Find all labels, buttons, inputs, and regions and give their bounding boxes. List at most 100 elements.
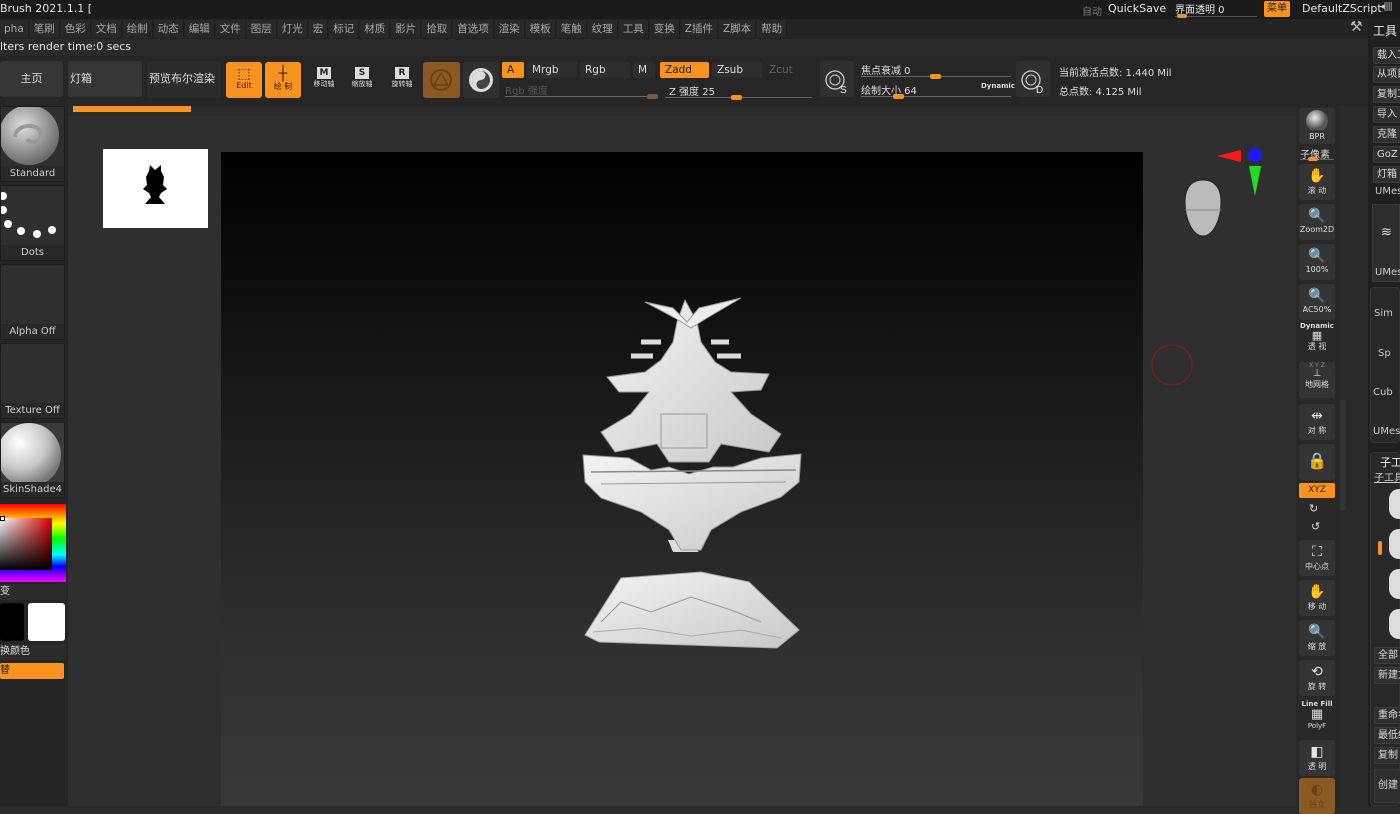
menu-zplugin[interactable]: Z插件 xyxy=(680,20,718,38)
actual-size-button[interactable]: 🔍 100% xyxy=(1299,244,1335,280)
menu-document[interactable]: 文档 xyxy=(91,20,122,38)
stroke-d-button[interactable]: D xyxy=(1016,61,1050,97)
secondary-color-swatch[interactable] xyxy=(28,603,65,641)
menu-render[interactable]: 渲染 xyxy=(494,20,525,38)
tool-item-sphere[interactable]: Sp xyxy=(1378,348,1391,359)
navigator-thumbnail[interactable] xyxy=(103,149,208,228)
lightbox-button[interactable]: 灯箱 xyxy=(68,61,142,97)
copy-tool-button[interactable]: 复制工具 xyxy=(1373,86,1400,103)
menu-help[interactable]: 帮助 xyxy=(757,20,788,38)
material-sphere-button[interactable] xyxy=(423,62,460,98)
subtool-item[interactable] xyxy=(1389,529,1400,559)
menu-marker[interactable]: 标记 xyxy=(329,20,360,38)
subtool-scroll-knob[interactable] xyxy=(1378,541,1382,555)
zsub-button[interactable]: Zsub xyxy=(712,62,762,78)
menu-preferences[interactable]: 首选项 xyxy=(453,20,494,38)
gradient-toggle[interactable]: 变 xyxy=(0,584,66,600)
volume-icon[interactable]: ◂|||| xyxy=(1380,2,1393,12)
menu-stencil[interactable]: 模板 xyxy=(525,20,556,38)
menu-draw[interactable]: 绘制 xyxy=(122,20,153,38)
menu-alpha[interactable]: pha xyxy=(0,20,29,38)
tool-item-simple[interactable]: Sim xyxy=(1374,308,1393,319)
rename-button[interactable]: 重命名 xyxy=(1374,707,1400,724)
z-rotate-icon[interactable]: ↺ xyxy=(1311,520,1320,533)
menu-transform[interactable]: 变换 xyxy=(649,20,680,38)
menu-file[interactable]: 文件 xyxy=(215,20,246,38)
all-visible-button[interactable]: 全部 xyxy=(1374,647,1400,664)
y-rotate-icon[interactable]: ↻ xyxy=(1309,502,1318,515)
menu-tool[interactable]: 工具 xyxy=(618,20,649,38)
symmetry-button[interactable]: ⇹ 对 称 xyxy=(1299,404,1335,440)
goz-button[interactable]: GoZ xyxy=(1373,146,1400,163)
xyz-rotate-button[interactable]: XYZ xyxy=(1299,483,1335,498)
right-scrollbar[interactable] xyxy=(1340,400,1346,510)
lightbox-tools-button[interactable]: 灯箱 xyxy=(1373,166,1400,183)
subtool-item[interactable] xyxy=(1389,489,1400,519)
menu-stroke[interactable]: 笔触 xyxy=(556,20,587,38)
autosave-label[interactable]: 自动 xyxy=(1082,3,1102,18)
menu-layer[interactable]: 图层 xyxy=(246,20,277,38)
menu-dynamics[interactable]: 动态 xyxy=(153,20,184,38)
sculpt-model[interactable] xyxy=(221,152,1143,806)
mrgb-button[interactable]: Mrgb xyxy=(527,62,577,78)
tool-item-umesh[interactable]: UMes xyxy=(1373,426,1400,437)
current-tool-thumb[interactable]: ≋ UMes xyxy=(1372,204,1400,282)
color-picker[interactable] xyxy=(0,504,66,582)
perspective-button[interactable]: Dynamic ▦ 透 视 xyxy=(1299,322,1335,358)
stroke-selector[interactable]: Dots xyxy=(0,185,65,261)
load-tool-button[interactable]: 载入工具 xyxy=(1373,47,1400,64)
polyframe-button[interactable]: Line Fill ▦ PolyF xyxy=(1299,700,1335,736)
texture-selector[interactable]: Texture Off xyxy=(0,343,65,419)
rgb-intensity-slider[interactable] xyxy=(505,96,657,97)
switch-color-button[interactable]: 换颜色 xyxy=(0,644,66,660)
menu-edit[interactable]: 编辑 xyxy=(184,20,215,38)
alternate-color-button[interactable]: 替 xyxy=(0,663,64,679)
material-selector[interactable]: SkinShade4 xyxy=(0,422,65,498)
z-intensity-knob[interactable] xyxy=(731,95,742,100)
menu-light[interactable]: 灯光 xyxy=(277,20,308,38)
tool-item-cube[interactable]: Cub xyxy=(1373,387,1393,398)
lowest-res-button[interactable]: 最低级 xyxy=(1374,727,1400,744)
orientation-gizmo[interactable] xyxy=(1175,140,1275,240)
center-point-button[interactable]: ⛶ 中心点 xyxy=(1299,540,1335,576)
bpr-preview-button[interactable]: 预览布尔渲染 xyxy=(147,61,221,97)
solo-button[interactable]: ◐ 独立 xyxy=(1299,778,1335,814)
draw-size-slider[interactable] xyxy=(861,96,1011,97)
move-button[interactable]: M 移动轴 xyxy=(308,64,340,96)
lock-camera-button[interactable]: 🔒 xyxy=(1299,444,1335,480)
ac50-button[interactable]: 🔍 AC50% xyxy=(1299,284,1335,320)
move-view-button[interactable]: ✋ 移 动 xyxy=(1299,580,1335,616)
zoom2d-button[interactable]: 🔍 Zoom2D xyxy=(1299,204,1335,240)
draw-size-knob[interactable] xyxy=(893,94,904,99)
menu-picker[interactable]: 拾取 xyxy=(422,20,453,38)
menu-movie[interactable]: 影片 xyxy=(391,20,422,38)
transparency-button[interactable]: ◧ 透 明 xyxy=(1299,740,1335,776)
import-button[interactable]: 导入 xyxy=(1373,106,1400,123)
rgb-intensity-knob[interactable] xyxy=(647,94,658,99)
menu-brush[interactable]: 笔刷 xyxy=(29,20,60,38)
brush-selector[interactable]: Standard xyxy=(0,105,65,182)
main-color-swatch[interactable] xyxy=(0,603,24,641)
subpixel-knob[interactable] xyxy=(1308,157,1318,161)
subtool-item[interactable] xyxy=(1389,609,1400,639)
document-canvas[interactable] xyxy=(221,152,1143,806)
rotate-button[interactable]: R 旋转轴 xyxy=(386,64,418,96)
alpha-selector[interactable]: Alpha Off xyxy=(0,264,65,340)
ui-opacity-knob[interactable] xyxy=(1177,14,1187,18)
gradient-sphere-button[interactable] xyxy=(463,62,499,98)
bpr-button[interactable]: BPR xyxy=(1299,108,1335,144)
menu-material[interactable]: 材质 xyxy=(360,20,391,38)
menu-color[interactable]: 色彩 xyxy=(60,20,91,38)
from-project-button[interactable]: 从项目 xyxy=(1373,66,1400,83)
menu-texture[interactable]: 纹理 xyxy=(587,20,618,38)
new-folder-button[interactable]: 新建文 xyxy=(1374,667,1400,684)
zcut-button[interactable]: Zcut xyxy=(764,62,812,78)
scale-view-button[interactable]: 🔍 缩 放 xyxy=(1299,620,1335,656)
floor-button[interactable]: X Y Z ⊥ 地网格 xyxy=(1299,362,1335,398)
zadd-button[interactable]: Zadd xyxy=(660,62,709,78)
quicksave-button[interactable]: QuickSave xyxy=(1108,2,1166,15)
clone-button[interactable]: 克隆 xyxy=(1373,126,1400,143)
scroll-button[interactable]: ✋ 滚 动 xyxy=(1299,164,1335,200)
menu-macro[interactable]: 宏 xyxy=(308,20,329,38)
edit-button[interactable]: ⬚ Edit xyxy=(226,62,262,98)
